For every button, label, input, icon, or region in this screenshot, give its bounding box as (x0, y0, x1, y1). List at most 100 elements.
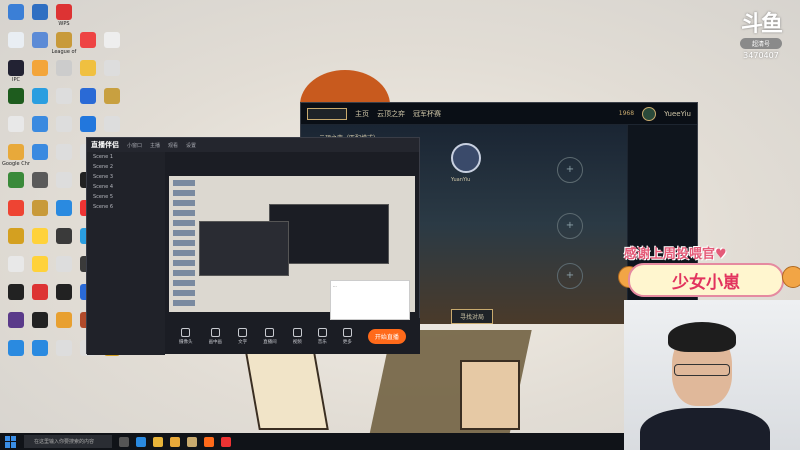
desktop-icon[interactable] (4, 200, 28, 217)
desktop-icon[interactable] (28, 60, 52, 77)
desktop-icon[interactable] (76, 116, 100, 133)
desktop-icon[interactable] (4, 228, 28, 245)
desktop-icon[interactable] (52, 200, 76, 217)
desktop-icon[interactable] (28, 340, 52, 357)
app-icon (32, 60, 48, 76)
nav-home[interactable]: 主页 (355, 109, 369, 119)
desktop-icon[interactable] (52, 60, 76, 77)
invite-slot[interactable]: + (557, 213, 583, 239)
desktop-icon[interactable] (28, 88, 52, 105)
tool-more[interactable]: 更多 (342, 327, 352, 345)
desktop-icon[interactable] (52, 256, 76, 273)
app-icon (56, 60, 72, 76)
desktop-icon[interactable] (4, 172, 28, 189)
windows-start-icon[interactable] (5, 435, 19, 448)
app-icon (8, 256, 24, 272)
desktop-icon[interactable] (100, 32, 124, 49)
stream-app-window[interactable]: 直播伴侣 小窗口 主播 观看 设置 Scene 1 Scene 2 Scene … (86, 137, 420, 355)
nav-tft[interactable]: 云顶之弈 (377, 109, 405, 119)
logo-sub: 超清号 (740, 38, 782, 49)
source-item[interactable]: Scene 6 (87, 202, 165, 212)
desktop-icon[interactable] (4, 312, 28, 329)
desktop-icon[interactable] (52, 312, 76, 329)
source-item[interactable]: Scene 5 (87, 192, 165, 202)
chrome-icon[interactable] (170, 436, 180, 447)
desktop-icon[interactable] (52, 340, 76, 357)
tool-text[interactable]: 文字 (238, 327, 248, 345)
desktop-icon[interactable] (100, 116, 124, 133)
desktop-icon[interactable] (28, 4, 52, 21)
desktop-icon[interactable] (4, 116, 28, 133)
desktop-icon[interactable] (4, 340, 28, 357)
tool-camera[interactable]: 摄像头 (179, 327, 193, 345)
desktop-icon[interactable] (28, 256, 52, 273)
app-icon (104, 32, 120, 48)
play-button[interactable] (307, 107, 347, 120)
desktop-icon[interactable] (52, 144, 76, 161)
desktop-icon[interactable] (28, 228, 52, 245)
app-icon (56, 340, 72, 356)
desktop-icon[interactable] (76, 88, 100, 105)
desktop-icon[interactable] (52, 228, 76, 245)
douyu-logo: 斗鱼 超清号 3470407 (728, 6, 794, 60)
tab[interactable]: 设置 (186, 142, 196, 149)
league-icon[interactable] (187, 436, 197, 447)
game-topbar: 主页 云顶之弈 冠军杯赛 1968 YueeYiu (301, 103, 697, 125)
app-icon[interactable] (221, 436, 231, 447)
desktop-icon[interactable] (52, 116, 76, 133)
source-item[interactable]: Scene 2 (87, 162, 165, 172)
desktop-icon[interactable] (28, 200, 52, 217)
edge-icon[interactable] (136, 436, 146, 447)
desktop-icon[interactable] (76, 32, 100, 49)
desktop-icon[interactable] (52, 284, 76, 301)
app-icon (56, 256, 72, 272)
find-match-button[interactable]: 寻找对局 (451, 309, 494, 324)
desktop-icon[interactable] (52, 172, 76, 189)
desktop-icon[interactable]: League of (52, 32, 76, 55)
app-icon (32, 116, 48, 132)
desktop-icon[interactable] (28, 172, 52, 189)
tab[interactable]: 主播 (150, 142, 160, 149)
tab[interactable]: 小窗口 (127, 142, 142, 149)
file-explorer-icon[interactable] (153, 436, 163, 447)
douyu-icon[interactable] (204, 436, 214, 447)
task-view-icon[interactable] (119, 436, 129, 447)
app-icon (104, 116, 120, 132)
desktop-icon[interactable] (28, 284, 52, 301)
desktop-icon[interactable]: IPC (4, 60, 28, 83)
desktop-icon[interactable]: WPS (52, 4, 76, 27)
desktop-icon[interactable] (4, 32, 28, 49)
thanks-banner: 感谢上周投喂官♥ (624, 247, 727, 262)
tool-room[interactable]: 直播间 (263, 327, 277, 345)
source-item[interactable]: Scene 4 (87, 182, 165, 192)
desktop-icon[interactable] (100, 88, 124, 105)
desktop-icon[interactable]: Google Chrome (2, 144, 30, 167)
music-icon (317, 327, 327, 337)
source-item[interactable]: Scene 3 (87, 172, 165, 182)
desktop-icon[interactable] (4, 4, 28, 21)
tool-pip[interactable]: 画中画 (209, 327, 222, 345)
player-avatar[interactable] (642, 106, 657, 121)
desktop-icon[interactable] (28, 312, 52, 329)
invite-slot[interactable]: + (557, 157, 583, 183)
desktop-icon[interactable] (52, 88, 76, 105)
app-icon (104, 60, 120, 76)
desktop-icon[interactable] (4, 88, 28, 105)
desktop-icon[interactable] (28, 144, 52, 161)
tool-video[interactable]: 视频 (292, 327, 302, 345)
source-item[interactable]: Scene 1 (87, 152, 165, 162)
tab[interactable]: 观看 (168, 142, 178, 149)
desktop-icon[interactable] (100, 60, 124, 77)
desktop-icon[interactable] (4, 256, 28, 273)
room-icon (265, 327, 275, 337)
taskbar-search[interactable]: 在这里输入你要搜索的内容 (24, 435, 112, 448)
tool-music[interactable]: 音乐 (317, 327, 327, 345)
nav-clash[interactable]: 冠军杯赛 (413, 109, 441, 119)
desktop-icon[interactable] (4, 284, 28, 301)
invite-slot[interactable]: + (557, 263, 583, 289)
desktop-icon[interactable] (28, 116, 52, 133)
desktop-icon[interactable] (76, 60, 100, 77)
desktop-icon[interactable] (28, 32, 52, 49)
desktop-icon-label: League of (51, 49, 77, 55)
go-live-button[interactable]: 开始直播 (367, 328, 406, 344)
